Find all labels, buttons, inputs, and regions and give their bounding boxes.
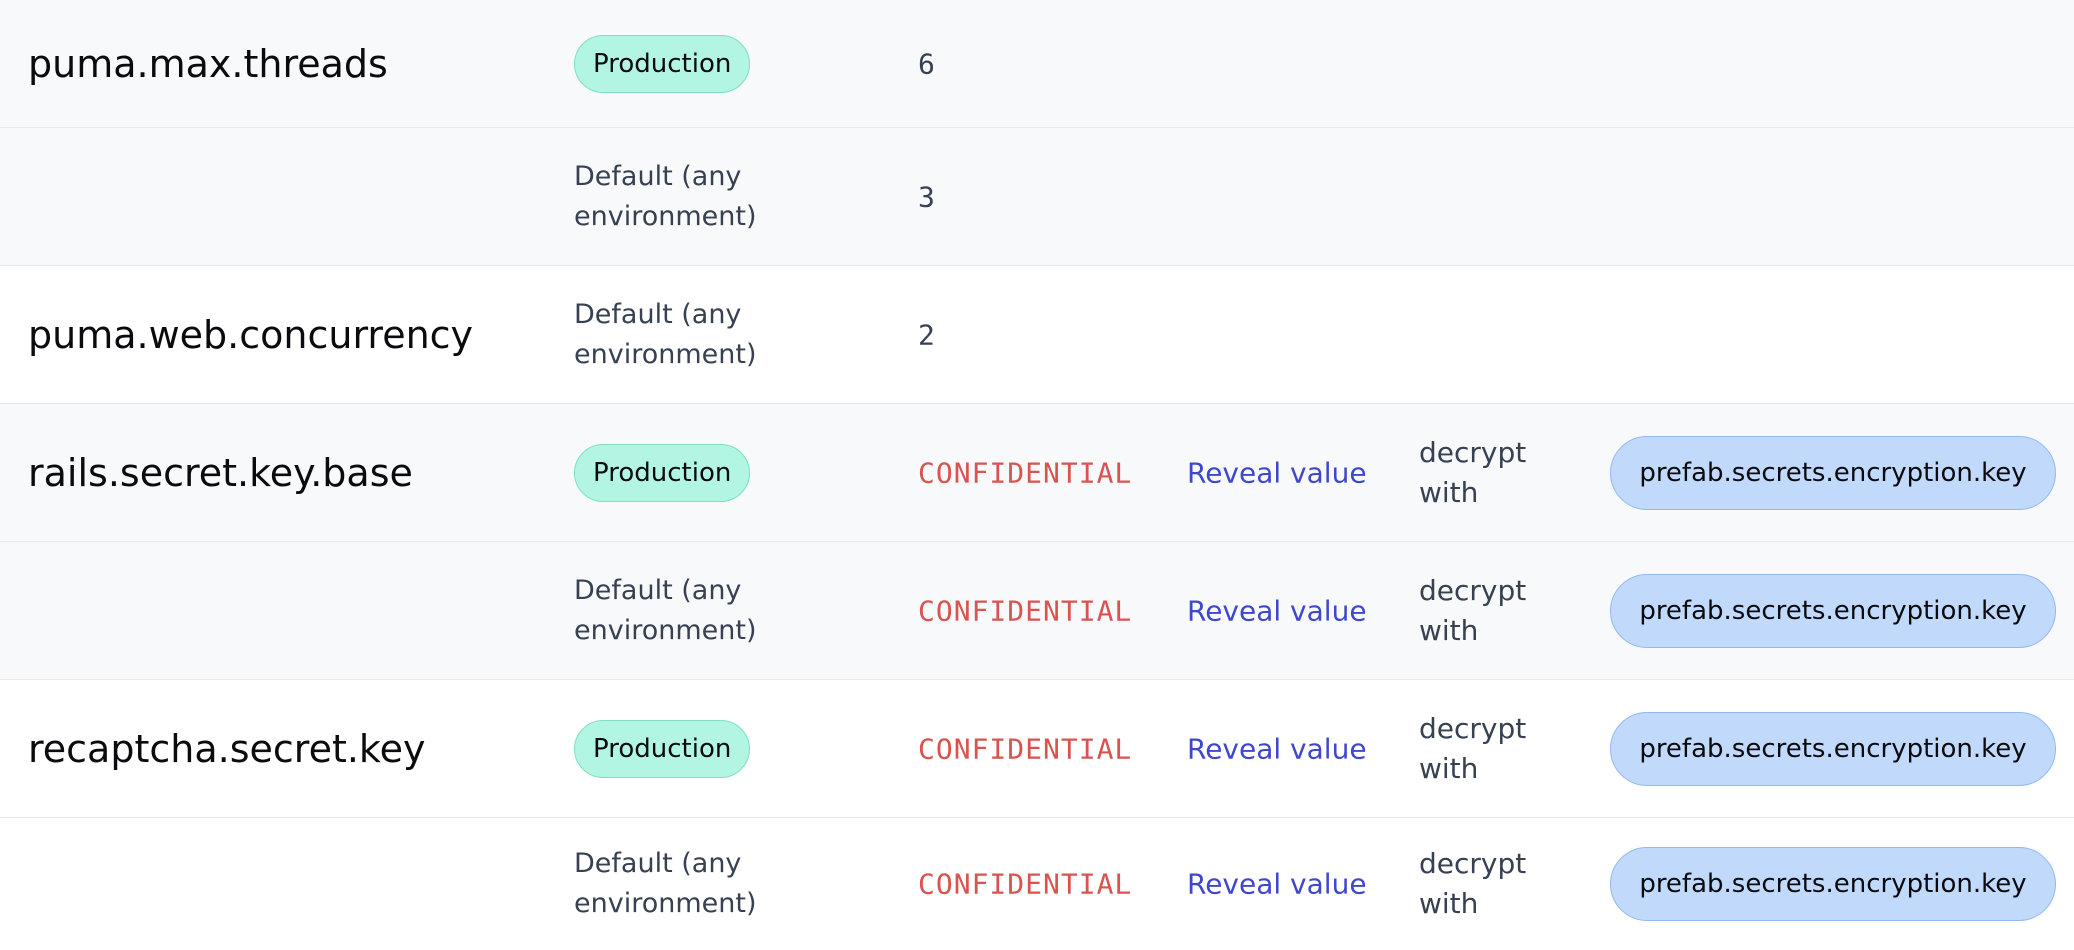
config-table: puma.max.threads Production 6 Default (a… (0, 0, 2074, 950)
table-row[interactable]: recaptcha.secret.key Production CONFIDEN… (0, 680, 2074, 818)
config-value: 6 (918, 47, 935, 80)
decrypt-with-label: decrypt with (1419, 847, 1527, 920)
reveal-value-link[interactable]: Reveal value (1187, 868, 1367, 901)
decrypt-with-label: decrypt with (1419, 573, 1527, 647)
confidential-value: CONFIDENTIAL (918, 867, 1133, 901)
confidential-value: CONFIDENTIAL (918, 456, 1133, 489)
config-key-name: rails.secret.key.base (28, 450, 413, 495)
table-row[interactable]: Default (any environment) 3 (0, 128, 2074, 266)
config-value: 3 (918, 180, 935, 213)
environment-badge-production: Production (574, 443, 751, 502)
confidential-value: CONFIDENTIAL (918, 732, 1133, 765)
environment-badge-production: Production (574, 34, 751, 93)
decrypt-with-label: decrypt with (1419, 711, 1527, 785)
reveal-value-link[interactable]: Reveal value (1187, 456, 1367, 489)
encryption-key-badge[interactable]: prefab.secrets.encryption.key (1610, 711, 2056, 786)
table-row[interactable]: puma.web.concurrency Default (any enviro… (0, 266, 2074, 404)
environment-default-label: Default (any environment) (574, 848, 757, 919)
encryption-key-badge[interactable]: prefab.secrets.encryption.key (1610, 435, 2056, 510)
reveal-value-link[interactable]: Reveal value (1187, 732, 1367, 765)
environment-badge-production: Production (574, 719, 751, 778)
confidential-value: CONFIDENTIAL (918, 594, 1133, 627)
table-row[interactable]: puma.max.threads Production 6 (0, 0, 2074, 128)
environment-default-label: Default (any environment) (574, 160, 757, 232)
table-row[interactable]: Default (any environment) CONFIDENTIAL R… (0, 818, 2074, 950)
table-row[interactable]: rails.secret.key.base Production CONFIDE… (0, 404, 2074, 542)
config-key-name: recaptcha.secret.key (28, 726, 426, 771)
environment-default-label: Default (any environment) (574, 574, 757, 646)
environment-default-label: Default (any environment) (574, 298, 757, 370)
encryption-key-badge[interactable]: prefab.secrets.encryption.key (1610, 847, 2056, 921)
table-row[interactable]: Default (any environment) CONFIDENTIAL R… (0, 542, 2074, 680)
encryption-key-badge[interactable]: prefab.secrets.encryption.key (1610, 573, 2056, 648)
config-key-name: puma.web.concurrency (28, 312, 474, 357)
decrypt-with-label: decrypt with (1419, 435, 1527, 509)
config-value: 2 (918, 318, 935, 351)
reveal-value-link[interactable]: Reveal value (1187, 594, 1367, 627)
config-key-name: puma.max.threads (28, 41, 388, 86)
